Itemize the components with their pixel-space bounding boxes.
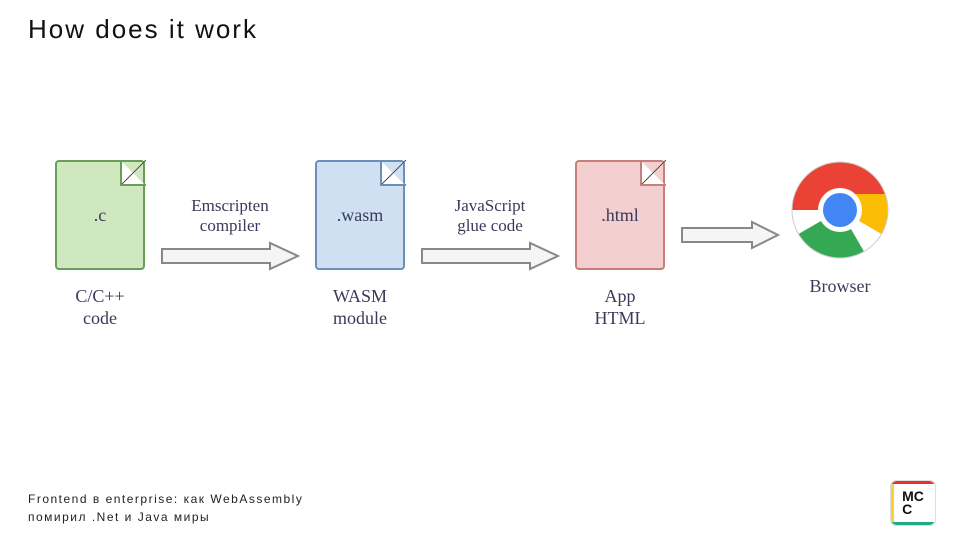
arrow-glue-code: JavaScript glue code [420,160,560,271]
stage-caption: App HTML [595,286,646,329]
stage-caption: WASM module [333,286,387,329]
stage-html: .html App HTML [560,160,680,329]
arrow-label: JavaScript glue code [455,196,526,235]
arrow-label: Emscripten compiler [191,196,268,235]
stage-browser: Browser [780,160,900,298]
stage-wasm: .wasm WASM module [300,160,420,329]
arrow-to-browser [680,160,780,250]
arrow-icon [160,241,300,271]
mcc-logo: MC C [890,480,936,526]
stage-caption: C/C++ code [75,286,124,329]
file-icon-wasm: .wasm [315,160,405,270]
footer-text: Frontend в enterprise: как WebAssembly п… [28,490,303,526]
chrome-icon [790,160,890,260]
file-icon-html: .html [575,160,665,270]
file-ext: .html [601,205,639,226]
file-ext: .c [94,205,107,226]
stage-c-source: .c C/C++ code [40,160,160,329]
page-title: How does it work [28,14,258,45]
file-icon-c: .c [55,160,145,270]
logo-text: MC C [891,481,935,525]
arrow-icon [680,220,780,250]
arrow-emscripten: Emscripten compiler [160,160,300,271]
pipeline-diagram: .c C/C++ code Emscripten compiler .wasm … [40,160,920,329]
file-ext: .wasm [337,205,384,226]
stage-caption: Browser [810,276,871,298]
arrow-icon [420,241,560,271]
